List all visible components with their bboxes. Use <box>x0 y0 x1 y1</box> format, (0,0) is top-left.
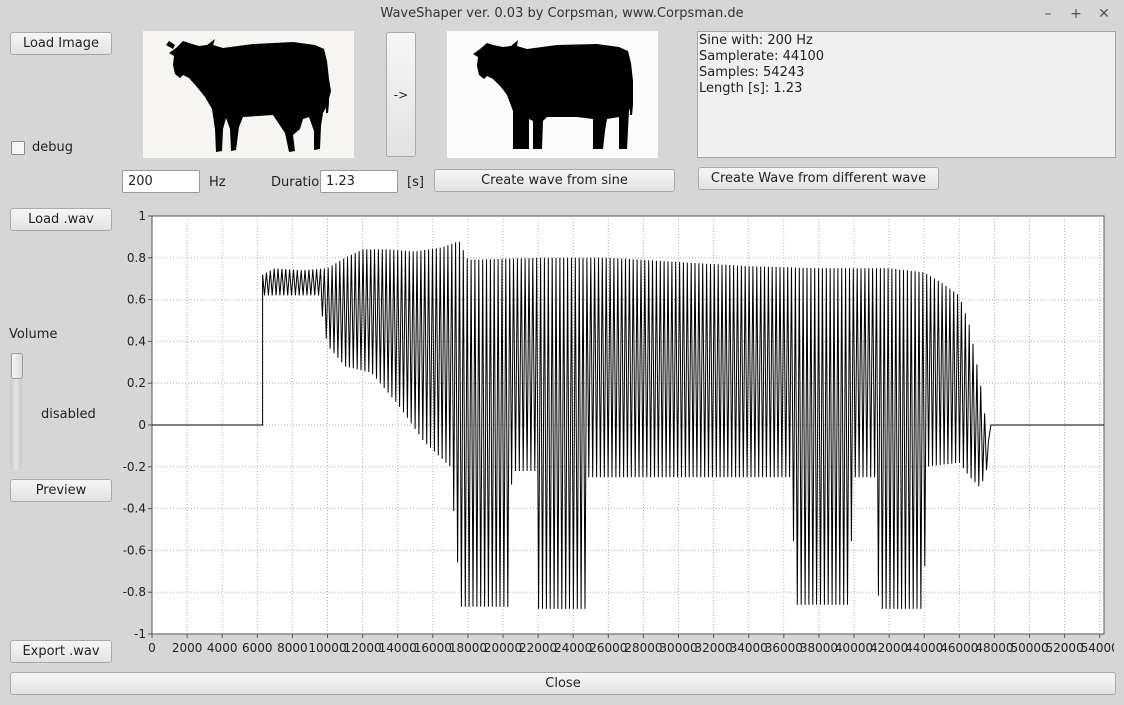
create-wave-from-sine-button[interactable]: Create wave from sine <box>434 169 675 192</box>
debug-checkbox[interactable] <box>11 141 25 155</box>
info-line: Samplerate: 44100 <box>699 49 825 64</box>
duration-label: Duration <box>271 175 328 190</box>
x-tick-label: 48000 <box>975 641 1013 655</box>
y-tick-label: 0.8 <box>127 251 146 265</box>
y-tick-label: 0.6 <box>127 293 146 307</box>
window-titlebar: WaveShaper ver. 0.03 by Corpsman, www.Co… <box>0 0 1124 28</box>
y-tick-label: -0.8 <box>123 585 146 599</box>
x-tick-label: 34000 <box>730 641 768 655</box>
cow-silhouette-original <box>166 39 331 152</box>
window-close-button[interactable]: ✕ <box>1095 5 1113 23</box>
y-tick-label: -1 <box>134 627 146 641</box>
y-tick-label: -0.6 <box>123 543 146 557</box>
convert-arrow-button[interactable]: -> <box>386 32 416 157</box>
x-tick-label: 26000 <box>589 641 627 655</box>
y-axis-ticks: -1 -0.8 -0.6 -0.4 -0.2 0 0.2 0.4 0.6 0.8 1 <box>123 210 152 641</box>
y-tick-label: -0.4 <box>123 502 146 516</box>
x-tick-label: 46000 <box>940 641 978 655</box>
x-tick-label: 22000 <box>519 641 557 655</box>
x-axis-ticks: 0 2000 4000 6000 8000 10000120001400016000180… <box>148 634 1114 655</box>
x-tick-label: 14000 <box>379 641 417 655</box>
waveform-chart: -1 -0.8 -0.6 -0.4 -0.2 0 0.2 0.4 0.6 0.8 1 0 2000 40… <box>123 210 1114 655</box>
x-tick-label: 12000 <box>344 641 382 655</box>
x-tick-label: 36000 <box>765 641 803 655</box>
maximize-button[interactable]: + <box>1067 5 1085 23</box>
info-panel: Sine with: 200 Hz Samplerate: 44100 Samp… <box>697 31 1116 158</box>
x-tick-label: 10000 <box>308 641 346 655</box>
x-tick-label: 8000 <box>277 641 308 655</box>
y-tick-label: 0.2 <box>127 376 146 390</box>
duration-unit: [s] <box>407 175 424 190</box>
source-image <box>143 31 354 158</box>
x-tick-label: 44000 <box>905 641 943 655</box>
volume-label: Volume <box>9 327 58 342</box>
y-tick-label: -0.2 <box>123 460 146 474</box>
x-tick-label: 2000 <box>172 641 203 655</box>
frequency-unit: Hz <box>209 175 226 190</box>
duration-input[interactable] <box>320 170 398 193</box>
preview-button[interactable]: Preview <box>10 479 112 502</box>
cow-silhouette-processed <box>473 40 633 149</box>
x-tick-label: 4000 <box>207 641 238 655</box>
info-line: Length [s]: 1.23 <box>699 81 803 96</box>
x-tick-label: 50000 <box>1010 641 1048 655</box>
x-tick-label: 20000 <box>484 641 522 655</box>
x-tick-label: 28000 <box>624 641 662 655</box>
y-tick-label: 1 <box>138 210 146 223</box>
x-tick-label: 30000 <box>659 641 697 655</box>
y-tick-label: 0.4 <box>127 334 146 348</box>
load-image-button[interactable]: Load Image <box>10 32 112 55</box>
y-tick-label: 0 <box>138 418 146 432</box>
info-line: Samples: 54243 <box>699 65 805 80</box>
x-tick-label: 6000 <box>242 641 273 655</box>
frequency-input[interactable] <box>122 170 200 193</box>
volume-slider-handle[interactable] <box>11 353 23 379</box>
x-tick-label: 42000 <box>870 641 908 655</box>
info-line: Sine with: 200 Hz <box>699 33 813 48</box>
x-tick-label: 40000 <box>835 641 873 655</box>
x-tick-label: 54000 <box>1081 641 1114 655</box>
x-tick-label: 38000 <box>800 641 838 655</box>
volume-status: disabled <box>41 407 96 422</box>
x-tick-label: 32000 <box>695 641 733 655</box>
export-wav-button[interactable]: Export .wav <box>10 640 112 663</box>
window-title: WaveShaper ver. 0.03 by Corpsman, www.Co… <box>380 6 744 21</box>
load-wav-button[interactable]: Load .wav <box>10 208 112 231</box>
close-button[interactable]: Close <box>10 672 1116 695</box>
x-tick-label: 0 <box>148 641 156 655</box>
x-tick-label: 16000 <box>414 641 452 655</box>
x-tick-label: 24000 <box>554 641 592 655</box>
minimize-button[interactable]: – <box>1039 5 1057 23</box>
create-wave-from-different-wave-button[interactable]: Create Wave from different wave <box>698 167 939 190</box>
x-tick-label: 18000 <box>449 641 487 655</box>
processed-image <box>447 31 658 158</box>
x-tick-label: 52000 <box>1046 641 1084 655</box>
debug-label: debug <box>32 140 73 155</box>
